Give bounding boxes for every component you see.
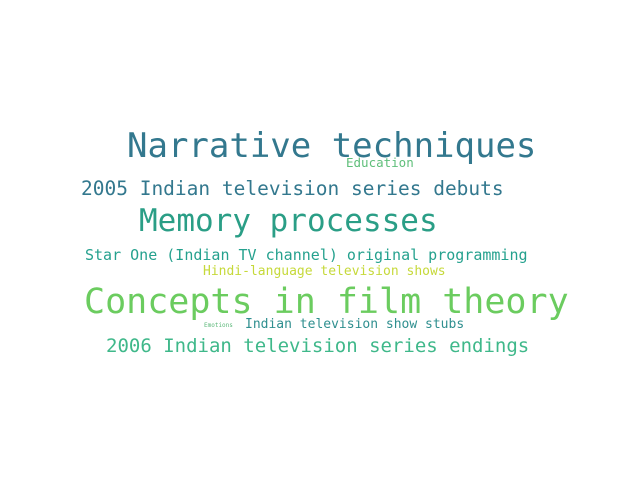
word-hindi-language-television-shows: Hindi-language television shows (203, 264, 446, 279)
word-memory-processes: Memory processes (139, 203, 438, 239)
word-education: Education (346, 155, 414, 170)
word-2005-indian-television-series-debuts: 2005 Indian television series debuts (81, 177, 504, 200)
word-star-one-original-programming: Star One (Indian TV channel) original pr… (85, 246, 528, 264)
word-emotions: Emotions (204, 322, 233, 329)
word-cloud: Narrative techniques Education 2005 Indi… (0, 0, 640, 480)
word-indian-television-show-stubs: Indian television show stubs (245, 317, 465, 332)
word-concepts-in-film-theory: Concepts in film theory (84, 282, 569, 322)
word-2006-indian-television-series-endings: 2006 Indian television series endings (106, 335, 530, 357)
word-narrative-techniques: Narrative techniques (127, 126, 537, 166)
